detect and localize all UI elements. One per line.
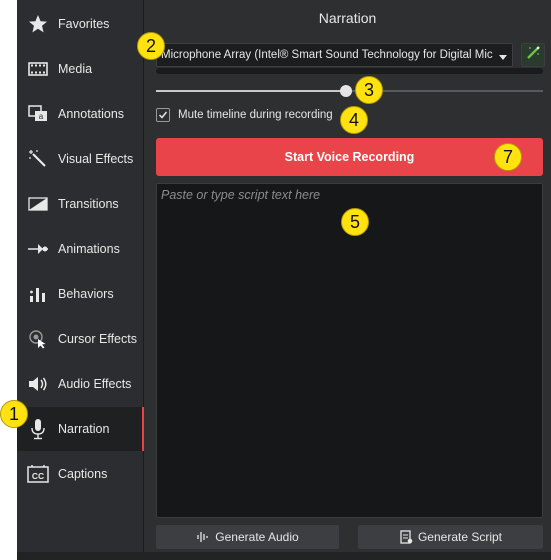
- film-icon: [27, 58, 49, 80]
- sidebar-item-audio-effects[interactable]: Audio Effects: [17, 362, 143, 406]
- microphone-select-value: Microphone Array (Intel® Smart Sound Tec…: [161, 49, 493, 61]
- sidebar-item-annotations[interactable]: a Annotations: [17, 92, 143, 136]
- sidebar-item-favorites[interactable]: Favorites: [17, 2, 143, 46]
- sidebar-item-label: Narration: [58, 422, 110, 436]
- sidebar-item-visual-effects[interactable]: Visual Effects: [17, 137, 143, 181]
- mute-timeline-checkbox[interactable]: [156, 108, 170, 122]
- document-icon: [399, 530, 413, 544]
- callout-badge: 4: [340, 106, 368, 134]
- sidebar-item-label: Animations: [58, 242, 120, 256]
- sidebar-item-captions[interactable]: CC Captions: [17, 452, 143, 496]
- panel-title: Narration: [318, 10, 377, 26]
- callout-badge: 3: [355, 76, 383, 104]
- generate-audio-button[interactable]: Generate Audio: [156, 525, 339, 549]
- sidebar: Favorites Media a Annotations Visual Eff…: [17, 0, 144, 560]
- mute-timeline-label: Mute timeline during recording: [178, 109, 333, 121]
- script-placeholder: Paste or type script text here: [161, 188, 321, 202]
- star-icon: [27, 13, 49, 35]
- sidebar-item-media[interactable]: Media: [17, 47, 143, 91]
- sidebar-item-label: Visual Effects: [58, 152, 134, 166]
- generate-script-label: Generate Script: [417, 530, 503, 544]
- callout-badge: 1: [0, 400, 28, 428]
- magic-wand-icon: [525, 45, 541, 66]
- svg-text:CC: CC: [32, 471, 44, 481]
- svg-text:a: a: [39, 112, 44, 121]
- sidebar-item-label: Behaviors: [58, 287, 114, 301]
- cursor-icon: [27, 328, 49, 350]
- speaker-icon: [27, 373, 49, 395]
- mute-timeline-row[interactable]: Mute timeline during recording: [156, 107, 333, 123]
- microphone-icon: [27, 418, 49, 440]
- input-level-meter: [156, 68, 543, 74]
- sidebar-item-label: Media: [58, 62, 93, 76]
- sidebar-item-behaviors[interactable]: Behaviors: [17, 272, 143, 316]
- sidebar-item-label: Annotations: [58, 107, 125, 121]
- magic-wand-icon: [27, 148, 49, 170]
- generate-audio-label: Generate Audio: [215, 530, 299, 544]
- annotation-icon: a: [27, 103, 49, 125]
- sidebar-item-transitions[interactable]: Transitions: [17, 182, 143, 226]
- narration-panel: Narration Microphone Array (Intel® Smart…: [144, 0, 551, 560]
- animation-icon: [27, 238, 49, 260]
- checkmark-icon: [158, 111, 168, 119]
- app-window: Favorites Media a Annotations Visual Eff…: [17, 0, 551, 560]
- captions-icon: CC: [27, 463, 49, 485]
- sidebar-item-label: Transitions: [58, 197, 119, 211]
- callout-badge: 2: [137, 32, 165, 60]
- callout-badge: 5: [341, 208, 369, 236]
- chevron-down-icon: [498, 49, 508, 67]
- sidebar-item-narration[interactable]: Narration: [17, 407, 144, 451]
- sidebar-item-cursor-effects[interactable]: Cursor Effects: [17, 317, 143, 361]
- input-volume-fill: [156, 90, 346, 92]
- sidebar-item-animations[interactable]: Animations: [17, 227, 143, 271]
- callout-badge: 7: [494, 143, 522, 171]
- start-voice-recording-button[interactable]: Start Voice Recording: [156, 138, 543, 176]
- sidebar-item-label: Cursor Effects: [58, 332, 137, 346]
- sidebar-item-label: Audio Effects: [58, 377, 132, 391]
- sidebar-item-label: Favorites: [58, 17, 110, 31]
- behaviors-icon: [27, 283, 49, 305]
- status-bar: [17, 552, 551, 560]
- input-volume-thumb[interactable]: [339, 85, 352, 97]
- microphone-select[interactable]: Microphone Array (Intel® Smart Sound Tec…: [156, 43, 513, 67]
- transition-icon: [27, 193, 49, 215]
- generate-script-button[interactable]: Generate Script: [358, 525, 543, 549]
- sidebar-item-label: Captions: [58, 467, 108, 481]
- auto-level-button[interactable]: [521, 43, 545, 67]
- waveform-icon: [196, 531, 210, 543]
